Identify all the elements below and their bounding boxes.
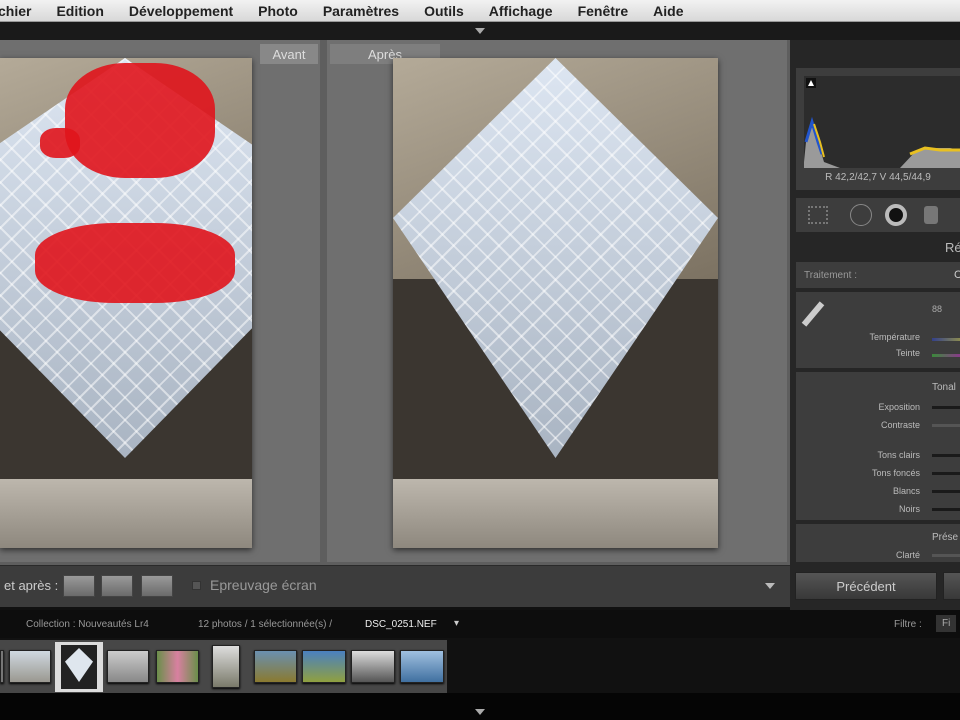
- before-after-label: et après :: [4, 578, 59, 593]
- temperature-slider[interactable]: [932, 338, 960, 341]
- bottom-panel-toggle-strip[interactable]: [0, 693, 960, 720]
- treatment-row: Traitement : C: [796, 262, 960, 288]
- contrast-label: Contraste: [880, 420, 920, 430]
- wb-value: 88: [932, 304, 943, 314]
- filmstrip-thumb-selected[interactable]: [55, 642, 103, 692]
- eyedropper-icon[interactable]: [801, 301, 825, 327]
- filmstrip-thumb[interactable]: [212, 645, 240, 688]
- spot-removal-icon[interactable]: [850, 204, 872, 226]
- clarity-slider[interactable]: [932, 554, 960, 557]
- collection-label[interactable]: Collection : Nouveautés Lr4: [26, 619, 149, 630]
- histogram-chart: [804, 76, 960, 168]
- presence-header: Prése: [932, 532, 959, 543]
- previous-button[interactable]: Précédent: [795, 572, 937, 600]
- menu-view[interactable]: Affichage: [489, 3, 553, 19]
- filmstrip-thumb[interactable]: [302, 650, 346, 683]
- whites-slider[interactable]: [932, 490, 960, 493]
- treatment-color-option[interactable]: C: [954, 269, 960, 281]
- exposure-slider[interactable]: [932, 406, 960, 409]
- filmstrip-header: Collection : Nouveautés Lr4 12 photos / …: [0, 610, 960, 638]
- shadows-slider[interactable]: [932, 472, 960, 475]
- photo-count: 12 photos / 1 sélectionnée(s) /: [198, 619, 332, 630]
- soft-proof-label: Epreuvage écran: [210, 577, 317, 593]
- clarity-label: Clarté: [895, 550, 920, 560]
- menu-edit[interactable]: Edition: [56, 3, 103, 19]
- collapse-bottom-icon[interactable]: [475, 709, 485, 715]
- red-eye-icon[interactable]: [885, 204, 907, 226]
- filmstrip-thumb[interactable]: [107, 650, 149, 683]
- tint-label: Teinte: [895, 348, 920, 358]
- tone-section: Tonal Exposition Contraste Tons clairs T…: [796, 372, 960, 520]
- crop-tool-icon[interactable]: [808, 206, 828, 224]
- filmstrip-thumb[interactable]: [9, 650, 51, 683]
- toolbar-menu-icon[interactable]: [765, 583, 775, 589]
- filename-label[interactable]: DSC_0251.NEF: [365, 619, 437, 630]
- menu-settings[interactable]: Paramètres: [323, 3, 399, 19]
- filmstrip-thumb[interactable]: [0, 650, 4, 683]
- menu-photo[interactable]: Photo: [258, 3, 298, 19]
- before-after-copy-button[interactable]: [101, 575, 133, 597]
- whites-label: Blancs: [892, 486, 920, 496]
- tool-strip: [796, 198, 960, 232]
- filmstrip-thumb[interactable]: [351, 650, 395, 683]
- soft-proof-checkbox[interactable]: [192, 581, 201, 590]
- contrast-slider[interactable]: [932, 424, 960, 427]
- treatment-label: Traitement :: [804, 270, 857, 281]
- menu-tools[interactable]: Outils: [424, 3, 464, 19]
- exposure-label: Exposition: [878, 402, 920, 412]
- menu-develop[interactable]: Développement: [129, 3, 233, 19]
- before-after-swap-left-button[interactable]: [63, 575, 95, 597]
- menu-bar: chier Edition Développement Photo Paramè…: [0, 0, 960, 22]
- menu-help[interactable]: Aide: [653, 3, 683, 19]
- filmstrip-thumb[interactable]: [400, 650, 444, 683]
- tone-header: Tonal: [932, 382, 956, 393]
- before-after-swap-button[interactable]: [141, 575, 173, 597]
- histogram-panel: R 42,2/42,7 V 44,5/44,9: [796, 68, 960, 190]
- blacks-slider[interactable]: [932, 508, 960, 511]
- before-photo[interactable]: [0, 58, 252, 548]
- filter-dropdown[interactable]: Fi: [936, 615, 957, 632]
- graduated-filter-icon[interactable]: [924, 206, 938, 224]
- shadows-label: Tons foncés: [871, 468, 920, 478]
- highlights-label: Tons clairs: [877, 450, 920, 460]
- panel-header-basic[interactable]: Ré: [945, 240, 960, 255]
- after-photo[interactable]: [393, 58, 718, 548]
- filter-label: Filtre :: [894, 619, 922, 630]
- collapse-top-icon[interactable]: [475, 28, 485, 34]
- histogram-readout: R 42,2/42,7 V 44,5/44,9: [825, 172, 931, 183]
- before-label: Avant: [260, 44, 318, 64]
- temperature-label: Température: [869, 332, 920, 342]
- top-panel-toggle-strip[interactable]: [0, 22, 960, 40]
- blacks-label: Noirs: [898, 504, 920, 514]
- reset-button[interactable]: [943, 572, 960, 600]
- menu-file[interactable]: chier: [0, 3, 31, 19]
- filename-dropdown-icon[interactable]: ▾: [454, 618, 459, 629]
- highlights-slider[interactable]: [932, 454, 960, 457]
- menu-window[interactable]: Fenêtre: [578, 3, 629, 19]
- filmstrip-thumb[interactable]: [156, 650, 199, 683]
- tint-slider[interactable]: [932, 354, 960, 357]
- filmstrip-thumb[interactable]: [254, 650, 297, 683]
